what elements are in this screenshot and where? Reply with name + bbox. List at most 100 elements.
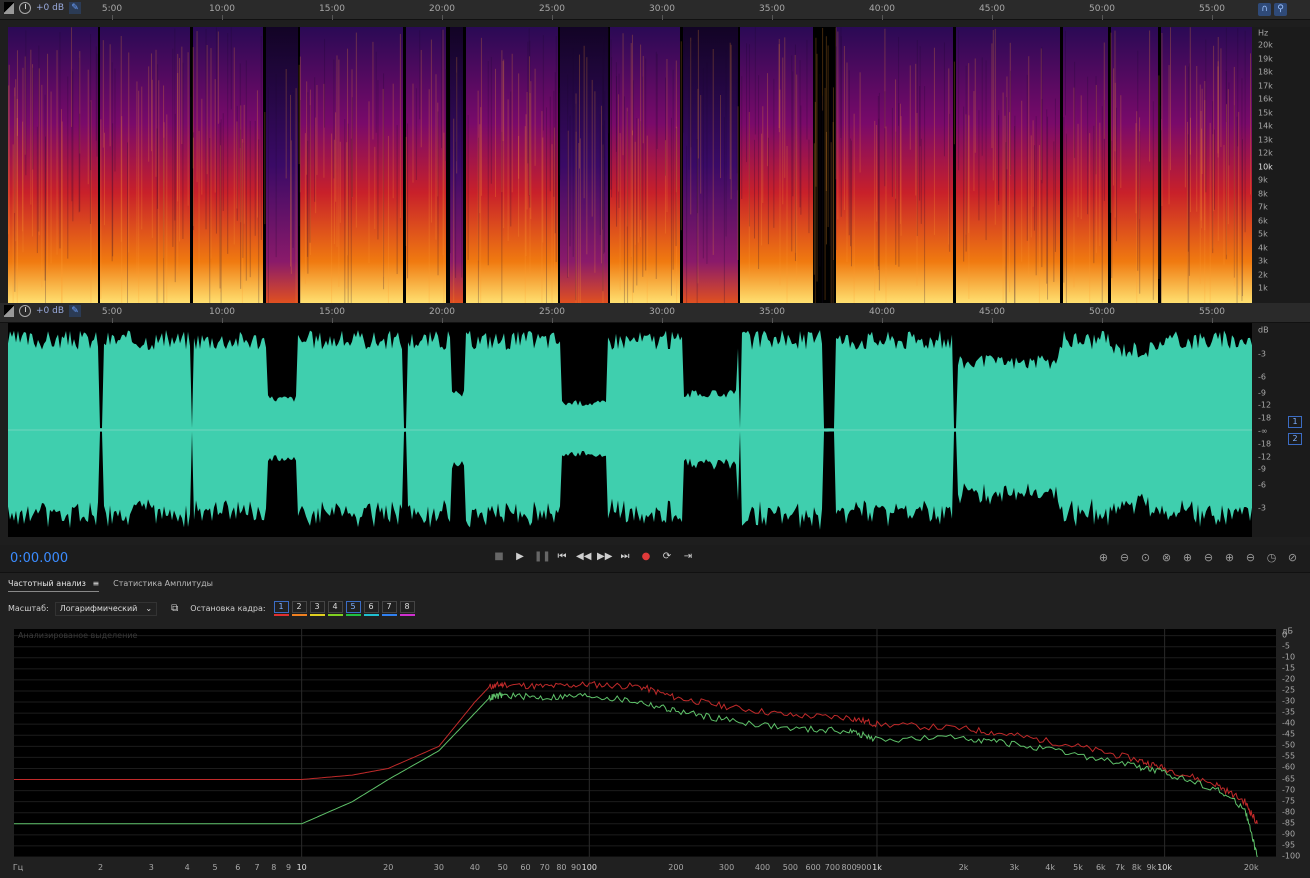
freeze-frame-7[interactable]: 7 — [381, 601, 397, 616]
scale-select[interactable]: Логарифмический ⌄ — [54, 601, 158, 616]
waveform-display[interactable] — [8, 323, 1252, 537]
zoom-out-full-icon[interactable]: ⊖ — [1243, 550, 1258, 565]
freeze-frame-1[interactable]: 1 — [273, 601, 289, 616]
spectrogram-streak — [615, 62, 617, 152]
channel-2-toggle[interactable]: 2 — [1288, 433, 1302, 445]
spectrogram-streak — [1087, 76, 1089, 215]
zoom-out-amplitude-icon[interactable]: ⊖ — [1117, 550, 1132, 565]
spectrogram-streak — [155, 49, 157, 177]
channel-1-toggle[interactable]: 1 — [1288, 416, 1302, 428]
spectrogram-streak — [978, 110, 980, 221]
zoom-in-icon[interactable]: ⊕ — [1180, 550, 1195, 565]
spectrogram-streak — [1113, 68, 1115, 186]
skip-selection-icon[interactable]: ⇥ — [681, 550, 695, 564]
spectrogram-streak — [706, 62, 708, 264]
spectrogram-streak — [604, 91, 606, 190]
spectrogram-streak — [656, 53, 658, 150]
pause-icon[interactable]: ❚❚ — [534, 550, 551, 564]
waveform-time-ruler[interactable]: +0 dB ✎ 5:00 10:00 15:00 20:00 25:00 30:00 35:… — [0, 303, 1310, 323]
hz-tick-label: 7k — [1258, 202, 1268, 212]
spectrum-db-tick: -40 — [1282, 718, 1296, 728]
zoom-in-amplitude-icon[interactable]: ⊕ — [1096, 550, 1111, 565]
headphones-icon[interactable]: ∩ — [1258, 3, 1271, 16]
spectrogram-streak — [67, 76, 69, 259]
spectrogram-streak — [784, 37, 786, 178]
fast-forward-icon[interactable]: ▶▶ — [597, 550, 612, 564]
spectrogram-streak — [610, 39, 612, 190]
spectrogram-streak — [141, 86, 143, 230]
zoom-extra-icon[interactable]: ⊘ — [1285, 550, 1300, 565]
zoom-fit-icon[interactable]: ⊙ — [1138, 550, 1153, 565]
time-tick-label: 50:00 — [1089, 307, 1115, 317]
spectrogram-streak — [501, 50, 503, 193]
frequency-spectrum-graph[interactable]: Анализированое выделение — [14, 629, 1276, 858]
freeze-frame-8[interactable]: 8 — [399, 601, 415, 616]
hz-tick-label: 2k — [1258, 270, 1268, 279]
spectrum-freq-tick: 80 — [556, 863, 567, 872]
spectrogram-streak — [1110, 32, 1112, 213]
pin-icon[interactable]: ✎ — [69, 2, 82, 14]
pin-icon[interactable]: ✎ — [69, 305, 82, 317]
spectrogram-streak — [813, 143, 815, 275]
spectrum-freq-tick: 300 — [718, 863, 735, 872]
marker-icon[interactable]: ⚲ — [1274, 3, 1287, 16]
hz-tick-label: 20k — [1258, 40, 1273, 50]
spectrogram-streak — [260, 36, 262, 240]
zoom-reset-icon[interactable]: ⊗ — [1159, 550, 1174, 565]
time-tick-label: 20:00 — [429, 4, 455, 14]
spectrum-db-tick: 0 — [1282, 630, 1288, 640]
freeze-frame-3[interactable]: 3 — [309, 601, 325, 616]
tab-amplitude-statistics[interactable]: Статистика Амплитуды — [113, 579, 213, 592]
freeze-frame-4[interactable]: 4 — [327, 601, 343, 616]
spectrogram-streak — [546, 107, 548, 303]
spectrogram-streak — [1005, 142, 1007, 303]
stop-icon[interactable]: ■ — [492, 550, 506, 564]
gain-knob-icon[interactable] — [19, 2, 31, 14]
spectrogram-streak — [128, 52, 130, 253]
spectrogram-streak — [47, 53, 49, 271]
spectrogram-streak — [725, 49, 727, 237]
spectrogram-streak — [136, 81, 138, 275]
spectrogram-streak — [16, 98, 18, 270]
spectrogram-streak — [850, 138, 852, 247]
zoom-in-selection-icon[interactable]: ⊕ — [1222, 550, 1237, 565]
freeze-frame-number: 6 — [363, 601, 379, 613]
spectrogram-streak — [916, 112, 918, 286]
spectrogram-streak — [853, 113, 855, 303]
menu-icon[interactable]: ≡ — [92, 579, 99, 588]
tab-frequency-analysis[interactable]: Частотный анализ ≡ — [8, 579, 100, 592]
spectrogram-streak — [786, 145, 788, 303]
freeze-frame-2[interactable]: 2 — [291, 601, 307, 616]
spectrogram-streak — [298, 64, 300, 165]
zoom-out-icon[interactable]: ⊖ — [1201, 550, 1216, 565]
spectrogram-streak — [1220, 48, 1222, 147]
frequency-analysis-panel: Частотный анализ ≡ Статистика Амплитуды … — [0, 572, 1310, 878]
loop-icon[interactable]: ⟳ — [660, 550, 674, 564]
spectrum-db-tick: -75 — [1282, 796, 1296, 806]
spectrogram-streak — [256, 90, 258, 218]
freeze-frame-buttons: 12345678 — [273, 601, 415, 616]
rewind-icon[interactable]: ◀◀ — [576, 550, 591, 564]
db-tick-label: -3 — [1258, 503, 1266, 513]
gain-knob-icon[interactable] — [19, 305, 31, 317]
spectrogram-streak — [315, 117, 317, 214]
spectrogram-streak — [965, 65, 967, 252]
skip-start-icon[interactable]: ⏮ — [555, 550, 569, 564]
spectral-frequency-display[interactable] — [8, 27, 1252, 303]
copy-icon[interactable]: ⧉ — [171, 603, 178, 614]
current-time[interactable]: 0:00.000 — [10, 551, 68, 566]
freeze-frame-6[interactable]: 6 — [363, 601, 379, 616]
hz-tick-label: 5k — [1258, 229, 1268, 239]
freeze-frame-5[interactable]: 5 — [345, 601, 361, 616]
record-icon[interactable]: ● — [639, 550, 653, 564]
freeze-frame-label: Остановка кадра: — [190, 604, 266, 613]
skip-end-icon[interactable]: ⏭ — [618, 550, 632, 564]
spectrogram-streak — [683, 29, 685, 133]
zoom-clock-icon[interactable]: ◷ — [1264, 550, 1279, 565]
time-tick-mark — [332, 15, 333, 20]
spectral-time-ruler[interactable]: +0 dB ✎ 5:00 10:00 15:00 20:00 25:00 30:00 35:… — [0, 0, 1310, 20]
play-icon[interactable]: ▶ — [513, 550, 527, 564]
time-tick-mark — [112, 15, 113, 20]
db-tick-label: -3 — [1258, 349, 1266, 359]
spectrum-freq-tick: 7 — [254, 863, 260, 872]
